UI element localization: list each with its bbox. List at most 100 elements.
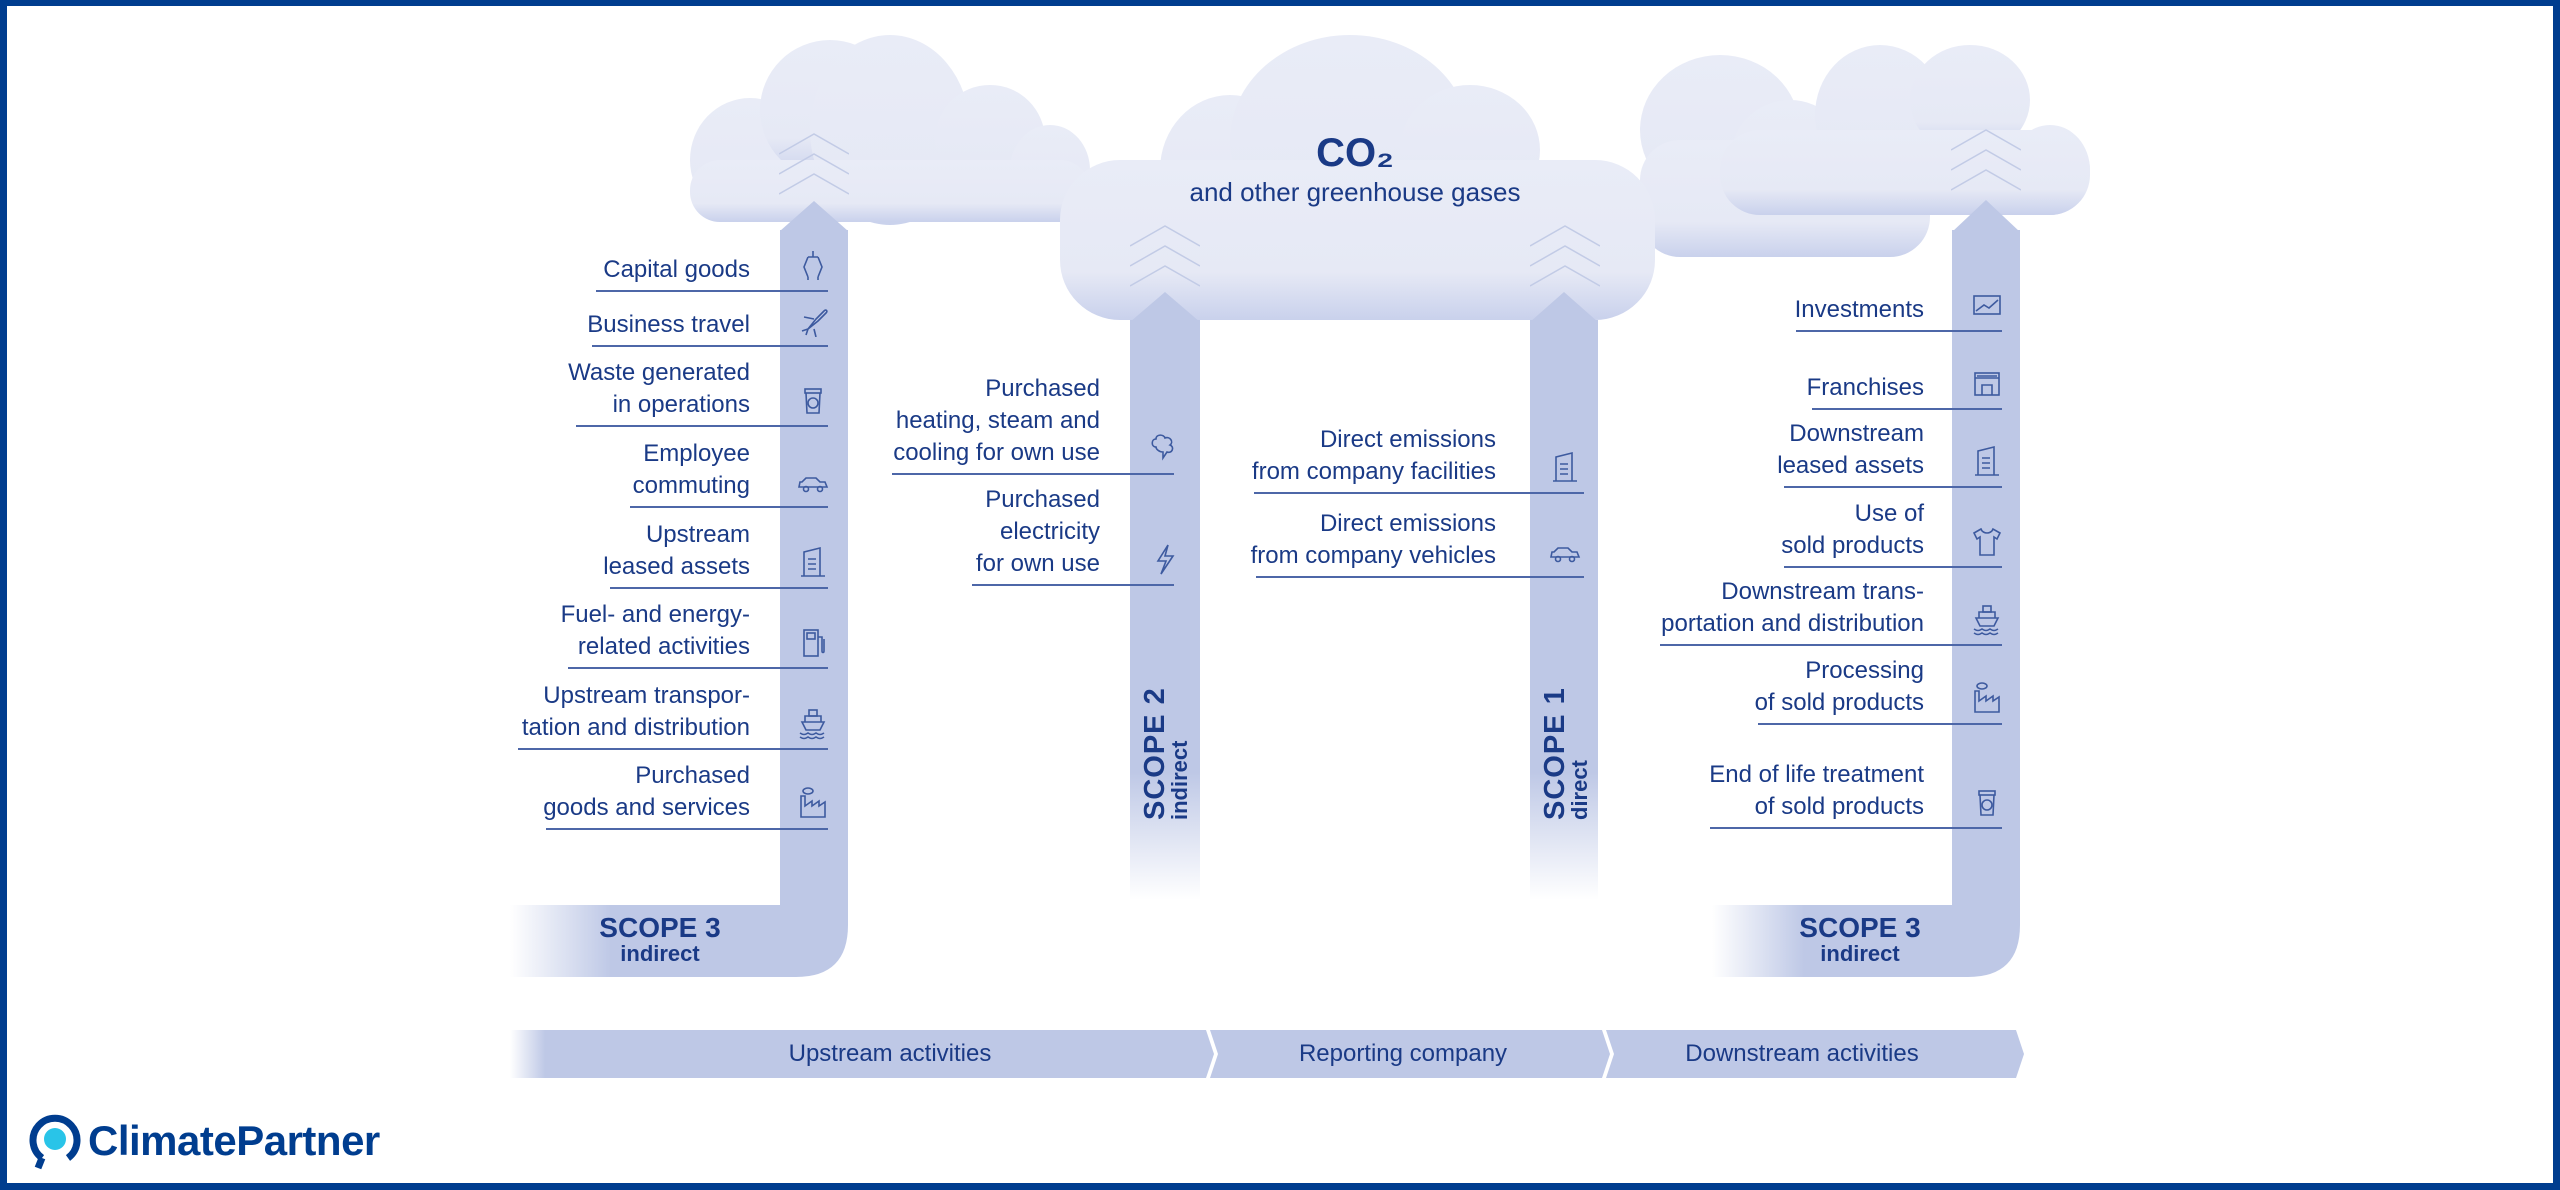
label-line: in operations	[612, 391, 750, 418]
item-underline	[568, 667, 828, 669]
scope-subtitle: indirect	[1167, 740, 1192, 820]
chevrons-icon	[778, 130, 850, 230]
item-underline	[1784, 566, 2002, 568]
scope3-downstream-label: SCOPE 3 indirect	[1760, 914, 1960, 966]
label-line: Fuel- and energy-	[560, 601, 750, 628]
label-line: of sold products	[1754, 689, 1924, 716]
chevrons-icon	[1529, 222, 1601, 322]
label-line: Upstream	[645, 521, 750, 548]
ship-icon	[796, 706, 830, 740]
label-line: leased assets	[603, 553, 750, 580]
downstream-item-label: Downstream leased assets	[1777, 418, 1924, 482]
tshirt-icon	[1970, 524, 2004, 558]
item-underline	[1254, 492, 1584, 494]
climatepartner-logo: ClimatePartner	[28, 1112, 380, 1170]
item-underline	[1796, 330, 2002, 332]
label-line: Upstream transpor-	[543, 682, 750, 709]
car-icon	[1548, 534, 1582, 568]
downstream-item-label: Franchises	[1807, 372, 1924, 404]
label-line: Direct emissions	[1319, 510, 1496, 537]
chevrons-icon	[1129, 222, 1201, 322]
item-underline	[630, 506, 828, 508]
upstream-item-label: Upstream leased assets	[603, 519, 750, 583]
building-icon	[1970, 444, 2004, 478]
label-line: tation and distribution	[521, 714, 750, 741]
label-line: leased assets	[1777, 452, 1924, 479]
airplane-icon	[796, 303, 830, 338]
recycle-bin-icon	[1970, 785, 2004, 819]
label-line: Processing	[1805, 657, 1924, 684]
label-line: cooling for own use	[893, 439, 1100, 466]
recycle-bin-icon	[796, 383, 830, 417]
label-line: Investments	[1794, 296, 1924, 323]
robot-arm-icon	[796, 248, 830, 282]
upstream-item-label: Waste generated in operations	[568, 357, 750, 421]
scope-subtitle: indirect	[1820, 941, 1900, 966]
chart-icon	[1970, 288, 2004, 322]
label-line: related activities	[577, 633, 750, 660]
item-underline	[1660, 644, 2002, 646]
label-line: portation and distribution	[1661, 610, 1924, 637]
label-line: electricity	[999, 518, 1100, 545]
label-line: Waste generated	[568, 359, 750, 386]
upstream-item-label: Fuel- and energy-related activities	[561, 599, 750, 663]
building-icon	[796, 545, 830, 579]
cloud-right	[1720, 45, 2090, 215]
scope2-label: SCOPE 2 indirect	[1139, 687, 1192, 820]
co2-subtitle: and other greenhouse gases	[1189, 177, 1521, 207]
scope1-label: SCOPE 1 direct	[1539, 687, 1592, 820]
ship-icon	[1970, 602, 2004, 636]
steam-cloud-icon	[1148, 431, 1182, 465]
label-line: Use of	[1854, 500, 1924, 527]
label-line: of sold products	[1754, 793, 1924, 820]
upstream-item-label: Business travel	[587, 309, 750, 341]
car-icon	[796, 464, 830, 498]
item-underline	[576, 425, 828, 427]
downstream-item-label: End of life treatment of sold products	[1709, 759, 1924, 823]
scope-title: SCOPE 1	[1539, 687, 1571, 820]
factory-icon	[1970, 681, 2004, 715]
label-line: Franchises	[1806, 374, 1924, 401]
scope-title: SCOPE 2	[1139, 687, 1171, 820]
scope2-item-label: Purchased electricity for own use	[976, 484, 1100, 580]
scope2-item-label: Purchased heating, steam and cooling for o…	[893, 373, 1100, 469]
item-underline	[1256, 576, 1584, 578]
scope3-upstream-label: SCOPE 3 indirect	[560, 914, 760, 966]
scope1-item-label: Direct emissions from company vehicles	[1251, 508, 1496, 572]
item-underline	[1710, 827, 2002, 829]
item-underline	[892, 473, 1174, 475]
label-line: End of life treatment	[1709, 761, 1924, 788]
logo-text: ClimatePartner	[88, 1117, 380, 1164]
downstream-item-label: Use of sold products	[1781, 498, 1924, 562]
label-line: Employee	[643, 440, 750, 467]
label-line: for own use	[975, 550, 1100, 577]
upstream-activities-label: Upstream activities	[788, 1040, 992, 1067]
building-icon	[1548, 450, 1582, 484]
label-line: Purchased	[985, 375, 1100, 402]
cloud-left	[690, 35, 1090, 225]
co2-title: CO₂	[1316, 131, 1394, 175]
item-underline	[596, 290, 828, 292]
label-line: sold products	[1781, 532, 1924, 559]
downstream-activities-label: Downstream activities	[1685, 1040, 1919, 1067]
upstream-item-label: Upstream transpor-tation and distributio…	[522, 680, 750, 744]
label-line: Purchased	[635, 762, 750, 789]
label-line: Purchased	[985, 486, 1100, 513]
label-line: goods and services	[543, 794, 750, 821]
label-line: Direct emissions	[1319, 426, 1496, 453]
item-underline	[972, 584, 1174, 586]
upstream-item-label: Purchased goods and services	[543, 760, 750, 824]
upstream-item-label: Employee commuting	[633, 438, 750, 502]
scope-title: SCOPE 3	[599, 912, 721, 943]
scope-subtitle: direct	[1567, 760, 1592, 820]
chevrons-icon	[1950, 126, 2022, 226]
logo-icon	[29, 1114, 81, 1170]
reporting-company-label: Reporting company	[1298, 1040, 1508, 1067]
label-line: Capital goods	[603, 256, 750, 283]
lightning-icon	[1148, 542, 1182, 576]
fuel-pump-icon	[796, 625, 830, 659]
label-line: from company vehicles	[1250, 542, 1496, 569]
label-line: from company facilities	[1251, 458, 1496, 485]
scope1-item-label: Direct emissions from company facilities	[1252, 424, 1496, 488]
item-underline	[1812, 408, 2002, 410]
